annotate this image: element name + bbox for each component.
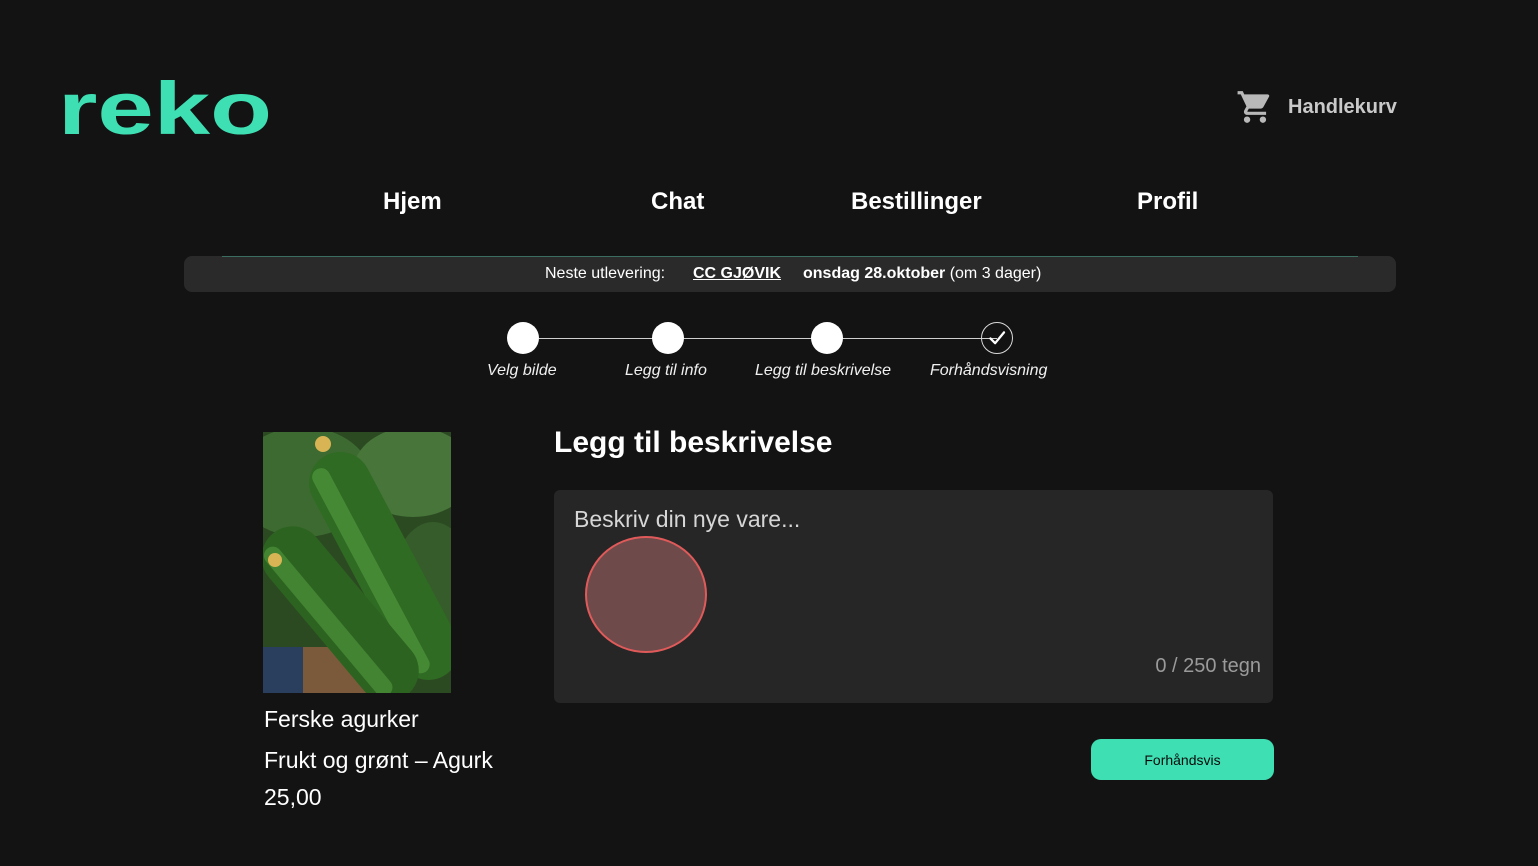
cart-label: Handlekurv <box>1288 95 1397 118</box>
step-label-forhandsvisning: Forhåndsvisning <box>930 362 1048 379</box>
delivery-location-link[interactable]: CC GJØVIK <box>693 265 781 283</box>
delivery-label: Neste utlevering: <box>545 265 666 282</box>
form-title: Legg til beskrivelse <box>554 426 833 459</box>
delivery-divider <box>222 256 1358 257</box>
delivery-date: onsdag 28.oktober (om 3 dager) <box>803 265 1041 283</box>
nav-item-hjem[interactable]: Hjem <box>383 188 442 216</box>
nav-item-profil[interactable]: Profil <box>1137 188 1198 216</box>
nav-item-bestillinger[interactable]: Bestillinger <box>851 188 982 216</box>
product-name: Ferske agurker <box>264 706 419 732</box>
shopping-cart-icon <box>1237 91 1270 123</box>
page: reko Handlekurv Hjem Chat Bestillinger P… <box>0 0 1538 866</box>
character-counter: 0 / 250 tegn <box>1155 655 1261 677</box>
preview-button[interactable]: Forhåndsvis <box>1091 739 1274 780</box>
nav-item-chat[interactable]: Chat <box>651 188 704 216</box>
reko-logo[interactable]: reko <box>58 78 274 142</box>
product-category: Frukt og grønt – Agurk <box>264 747 493 773</box>
description-input[interactable] <box>574 504 1234 534</box>
step-label-legg-til-beskrivelse: Legg til beskrivelse <box>755 362 892 379</box>
check-icon[interactable] <box>981 322 1013 354</box>
product-image <box>263 432 451 693</box>
step-label-velg-bilde: Velg bilde <box>487 362 557 379</box>
stepper-line <box>539 338 997 339</box>
delivery-relative: (om 3 dager) <box>949 265 1042 282</box>
delivery-date-value: onsdag 28.oktober <box>803 265 946 282</box>
product-price: 25,00 <box>264 784 322 810</box>
step-dot-velg-bilde[interactable] <box>507 322 539 354</box>
step-label-legg-til-info: Legg til info <box>625 362 707 379</box>
logo-text: reko <box>58 78 272 142</box>
step-dot-legg-til-info[interactable] <box>652 322 684 354</box>
cart-button[interactable]: Handlekurv <box>1236 88 1397 126</box>
description-field[interactable]: 0 / 250 tegn <box>554 490 1273 703</box>
step-dot-legg-til-beskrivelse[interactable] <box>811 322 843 354</box>
touch-indicator <box>585 536 707 653</box>
delivery-bar: Neste utlevering: CC GJØVIK onsdag 28.ok… <box>184 256 1396 292</box>
